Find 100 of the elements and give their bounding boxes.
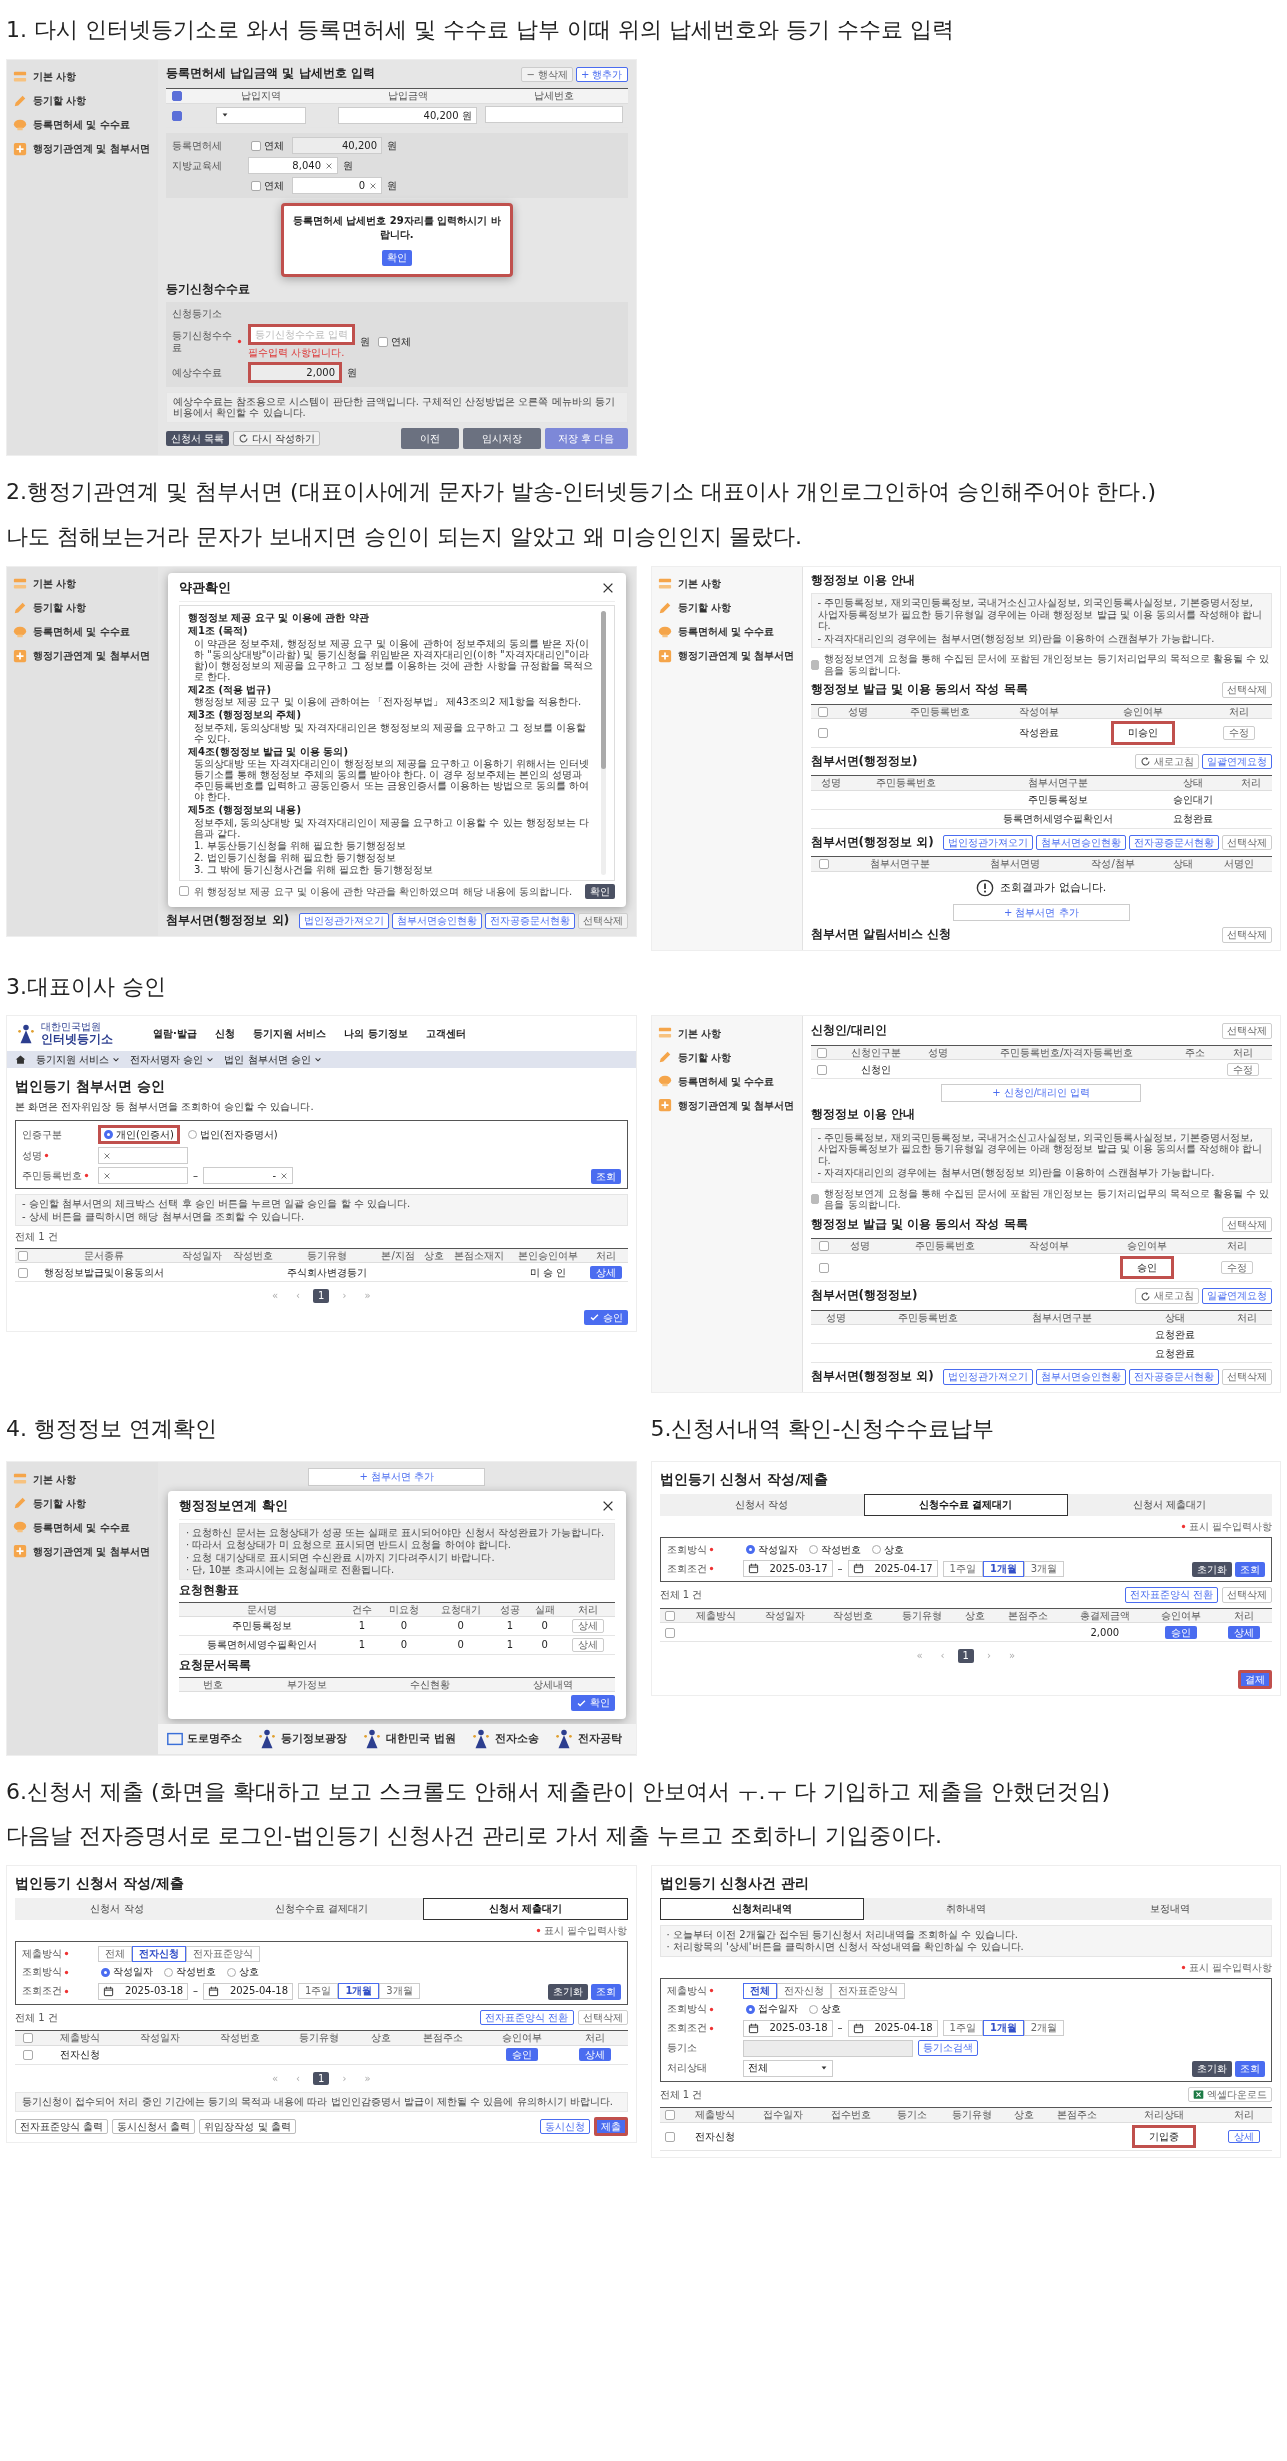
sidebar-item[interactable]: 등록면허세 및 수수료 <box>657 1074 796 1089</box>
select-field[interactable] <box>216 106 307 124</box>
checkbox[interactable] <box>818 1262 829 1273</box>
checkbox[interactable] <box>378 336 389 347</box>
input-field[interactable]: 0 <box>292 177 382 195</box>
checkbox[interactable] <box>818 1241 829 1252</box>
action-button[interactable]: 전자공증문서현황 <box>484 913 575 929</box>
action-button[interactable]: 새로고침 <box>1135 1288 1199 1304</box>
segment-button[interactable]: 1개월 <box>982 1561 1024 1577</box>
action-button[interactable]: 이전 <box>401 427 460 450</box>
select-field[interactable]: 전체 <box>742 2059 833 2077</box>
sidebar-item[interactable]: 기본 사항 <box>657 1026 796 1041</box>
sidebar-item[interactable]: 행정기관연계 및 첨부서면 <box>657 1098 796 1113</box>
checkbox[interactable] <box>18 1250 29 1261</box>
clear-icon[interactable] <box>103 1171 111 1180</box>
input-field[interactable] <box>98 1147 188 1165</box>
radio-button[interactable] <box>104 1130 113 1140</box>
radio-button[interactable] <box>227 1967 236 1977</box>
date-field[interactable]: 2025-03-17 <box>742 1560 833 1578</box>
pager-button[interactable]: 1 <box>313 1289 330 1303</box>
action-button[interactable]: 엑셀다운로드 <box>1188 2086 1272 2103</box>
table-action-button[interactable]: 상세 <box>1228 2129 1261 2144</box>
action-button[interactable]: 동시신청서 출력 <box>112 2118 196 2135</box>
radio-button[interactable] <box>745 1545 755 1555</box>
action-button[interactable]: 선택삭제 <box>1222 1216 1272 1233</box>
action-button[interactable]: 전자표준양식 출력 <box>15 2118 109 2135</box>
date-field[interactable]: 2025-03-18 <box>742 2019 833 2037</box>
sidebar-item[interactable]: 등록면허세 및 수수료 <box>657 624 796 639</box>
tab[interactable]: 신청처리내역 <box>659 1898 864 1920</box>
action-button[interactable]: 신청서 목록 <box>166 430 230 447</box>
action-button[interactable]: 새로고침 <box>1135 753 1199 770</box>
checkbox[interactable] <box>816 1047 827 1058</box>
table-action-button[interactable]: 상세 <box>1227 1625 1260 1640</box>
tab[interactable]: 신청서 작성 <box>659 1494 864 1516</box>
input-field[interactable]: 40,200 원 <box>338 106 477 124</box>
segment-button[interactable]: 3개월 <box>1023 1561 1065 1577</box>
segment-button[interactable]: 전체 <box>98 1946 132 1962</box>
action-button[interactable]: 확인 <box>570 1695 615 1711</box>
sidebar-item[interactable]: 기본 사항 <box>657 576 796 591</box>
sidebar-item[interactable]: 기본 사항 <box>13 69 151 84</box>
action-button[interactable]: 결제 <box>1238 1669 1272 1690</box>
breadcrumb-item[interactable]: 등기지원 서비스 <box>36 1053 121 1066</box>
add-button[interactable]: + 첨부서면 추가 <box>308 1468 486 1486</box>
table-action-button[interactable]: 상세 <box>572 1619 605 1633</box>
table-action-button[interactable]: 승인 <box>506 2047 539 2062</box>
table-action-button[interactable]: 승인 <box>1165 1625 1198 1640</box>
action-button[interactable]: 초기화 <box>547 1984 588 2000</box>
action-button[interactable]: 선택삭제 <box>1222 1587 1272 1603</box>
action-button[interactable]: 선택삭제 <box>1222 927 1272 943</box>
clear-icon[interactable] <box>280 1171 288 1180</box>
date-field[interactable]: 2025-04-17 <box>847 1560 938 1578</box>
action-button[interactable]: 조회 <box>1235 2061 1265 2077</box>
checkbox[interactable] <box>22 2049 33 2060</box>
footer-logo[interactable]: 도로명주소 <box>166 1729 242 1748</box>
clear-icon[interactable] <box>325 161 333 170</box>
pager-button[interactable]: 1 <box>957 1649 974 1663</box>
action-button[interactable]: 첨부서면승인현황 <box>391 913 482 929</box>
segment-button[interactable]: 2개월 <box>1023 2020 1065 2036</box>
tab[interactable]: 신청수수료 결제대기 <box>219 1898 424 1920</box>
clear-icon[interactable] <box>103 1151 111 1160</box>
action-button[interactable]: 임시저장 <box>463 427 542 450</box>
action-button[interactable]: 동시신청 <box>539 2118 590 2135</box>
action-button[interactable]: 전자표준양식 전환 <box>1124 1587 1218 1603</box>
sidebar-item[interactable]: 기본 사항 <box>13 1472 151 1487</box>
footer-logo[interactable]: 전자공탁 <box>552 1727 622 1750</box>
input-field[interactable] <box>485 105 624 123</box>
action-button[interactable]: 선택삭제 <box>577 913 628 929</box>
footer-logo[interactable]: 전자소송 <box>469 1727 539 1750</box>
date-field[interactable]: 2025-04-18 <box>847 2019 938 2037</box>
action-button[interactable]: 법인정관가져오기 <box>943 1369 1033 1385</box>
nav-link[interactable]: 열람·발급 <box>153 1028 197 1040</box>
table-action-button[interactable]: 상세 <box>578 2047 611 2062</box>
checkbox[interactable] <box>818 728 829 739</box>
action-button[interactable]: 초기화 <box>1192 1561 1232 1578</box>
action-button[interactable]: + 행추가 <box>575 66 628 83</box>
segment-button[interactable]: 1주일 <box>298 1983 339 1999</box>
clear-icon[interactable] <box>369 181 377 190</box>
action-button[interactable]: 일괄연계요청 <box>1202 753 1272 770</box>
sidebar-item[interactable]: 등기할 사항 <box>13 600 151 615</box>
footer-logo[interactable]: 대한민국 법원 <box>361 1727 456 1750</box>
segment-button[interactable]: 전체 <box>742 1983 777 1999</box>
footer-logo[interactable]: 등기정보광장 <box>256 1727 347 1750</box>
breadcrumb-item[interactable]: 전자서명자 승인 <box>130 1053 215 1066</box>
action-button[interactable]: 확인 <box>381 250 412 266</box>
checkbox[interactable] <box>18 1267 29 1278</box>
sidebar-item[interactable]: 등기할 사항 <box>657 1050 796 1065</box>
add-button[interactable]: + 신청인/대리인 입력 <box>941 1084 1142 1102</box>
checkbox[interactable] <box>819 859 830 870</box>
action-button[interactable]: − 행삭제 <box>521 66 573 83</box>
segment-button[interactable]: 1주일 <box>942 2020 983 2036</box>
radio-button[interactable] <box>187 1130 197 1140</box>
pager-button[interactable]: 1 <box>313 2071 330 2086</box>
action-button[interactable]: 초기화 <box>1192 2061 1232 2077</box>
action-button[interactable]: 승인 <box>583 1309 628 1326</box>
radio-button[interactable] <box>871 1545 881 1555</box>
checkbox[interactable] <box>171 91 182 102</box>
action-button[interactable]: 선택삭제 <box>1222 834 1272 851</box>
sidebar-item[interactable]: 등록면허세 및 수수료 <box>13 117 151 132</box>
checkbox[interactable] <box>816 1064 827 1075</box>
table-action-button[interactable]: 상세 <box>572 1638 605 1652</box>
